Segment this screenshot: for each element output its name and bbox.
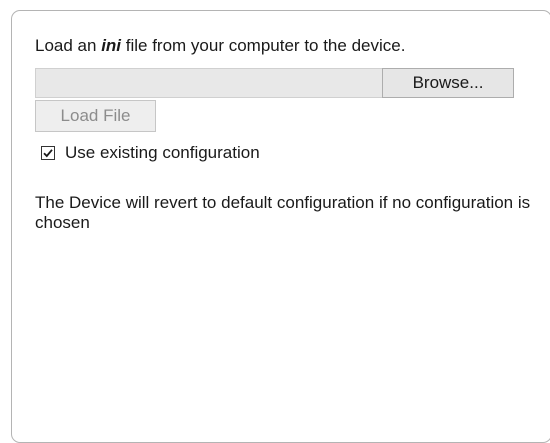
use-existing-option[interactable]: Use existing configuration xyxy=(41,142,260,164)
intro-text-end: file from your computer to the device. xyxy=(121,36,406,55)
intro-text-start: Load an xyxy=(35,36,102,55)
load-file-button[interactable]: Load File xyxy=(35,100,156,132)
intro-text: Load an ini file from your computer to t… xyxy=(35,35,405,57)
checkmark-icon xyxy=(43,149,53,158)
default-config-note: The Device will revert to default config… xyxy=(35,193,531,232)
use-existing-label: Use existing configuration xyxy=(65,143,260,162)
file-picker: Browse... xyxy=(35,68,514,98)
load-ini-panel: Load an ini file from your computer to t… xyxy=(11,10,550,443)
intro-file-type: ini xyxy=(101,36,122,55)
use-existing-checkbox[interactable] xyxy=(41,146,55,160)
file-path-field[interactable] xyxy=(35,68,382,98)
browse-button[interactable]: Browse... xyxy=(382,68,514,98)
